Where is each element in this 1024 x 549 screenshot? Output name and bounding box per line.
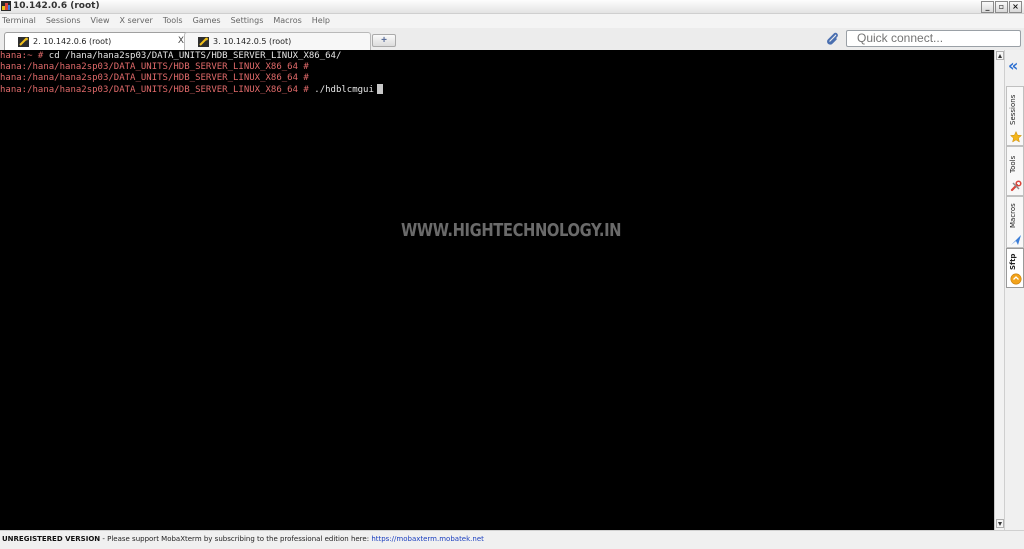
tab-session-2[interactable]: 2. 10.142.0.6 (root) X <box>4 32 189 51</box>
sidebar-tab-sessions[interactable]: Sessions <box>1006 86 1024 146</box>
sidebar-tab-label: Tools <box>1009 155 1017 173</box>
sidebar-tab-label: Sessions <box>1009 94 1017 126</box>
shell-prompt: hana:/hana/hana2sp03/DATA_UNITS/HDB_SERV… <box>0 85 315 95</box>
quick-connect-input[interactable] <box>846 30 1021 47</box>
menu-tools[interactable]: Tools <box>158 14 188 28</box>
menu-settings[interactable]: Settings <box>226 14 269 28</box>
macro-icon <box>1011 235 1021 245</box>
sftp-icon <box>1010 273 1022 285</box>
ssh-session-icon <box>198 37 209 47</box>
paperclip-icon[interactable] <box>825 31 839 47</box>
menu-macros[interactable]: Macros <box>268 14 306 28</box>
arrow-down-icon <box>998 522 1002 526</box>
menu-games[interactable]: Games <box>188 14 226 28</box>
tab-label: 3. 10.142.0.5 (root) <box>213 37 292 46</box>
window-controls: _ ▫ × <box>981 1 1022 13</box>
tab-label: 2. 10.142.0.6 (root) <box>33 37 112 46</box>
window-title: 10.142.0.6 (root) <box>13 1 100 11</box>
unregistered-label: UNREGISTERED VERSION <box>2 535 101 543</box>
watermark-text: WWW.HIGHTECHNOLOGY.IN <box>401 220 622 241</box>
minimize-button[interactable]: _ <box>981 1 994 13</box>
status-bar: UNREGISTERED VERSION - Please support Mo… <box>0 530 1024 549</box>
support-message: - Please support MobaXterm by subscribin… <box>100 535 372 543</box>
scroll-down-button[interactable] <box>996 519 1004 528</box>
title-bar: 10.142.0.6 (root) _ ▫ × <box>0 0 1024 14</box>
sidebar-tab-label: Macros <box>1009 203 1017 229</box>
sidebar-tab-macros[interactable]: Macros <box>1006 196 1024 248</box>
tab-session-3[interactable]: 3. 10.142.0.5 (root) <box>184 32 371 50</box>
terminal-output[interactable]: hana:~ # cd /hana/hana2sp03/DATA_UNITS/H… <box>0 50 994 530</box>
shell-prompt: hana:/hana/hana2sp03/DATA_UNITS/HDB_SERV… <box>0 73 309 83</box>
mobatek-link[interactable]: https://mobaxterm.mobatek.net <box>371 535 484 543</box>
sidebar-tab-sftp[interactable]: Sftp <box>1006 248 1024 288</box>
shell-command: cd /hana/hana2sp03/DATA_UNITS/HDB_SERVER… <box>48 51 342 61</box>
mobaxterm-app-icon <box>1 1 11 11</box>
menu-view[interactable]: View <box>86 14 115 28</box>
terminal-line: hana:/hana/hana2sp03/DATA_UNITS/HDB_SERV… <box>0 62 309 73</box>
arrow-up-icon <box>998 54 1002 58</box>
terminal-line: hana:~ # cd /hana/hana2sp03/DATA_UNITS/H… <box>0 51 341 62</box>
terminal-scrollbar[interactable] <box>994 50 1004 530</box>
close-window-button[interactable]: × <box>1009 1 1022 13</box>
sidebar-tab-label: Sftp <box>1009 253 1017 271</box>
collapse-sidebar-icon[interactable]: « <box>1008 58 1018 74</box>
right-sidebar: « Sessions Tools Macros Sftp <box>1004 50 1024 530</box>
shell-prompt: hana:~ # <box>0 51 49 61</box>
menu-xserver[interactable]: X server <box>115 14 158 28</box>
restore-button[interactable]: ▫ <box>995 1 1008 13</box>
new-tab-button[interactable]: + <box>372 34 396 47</box>
menu-bar: Terminal Sessions View X server Tools Ga… <box>0 14 1024 28</box>
shell-prompt: hana:/hana/hana2sp03/DATA_UNITS/HDB_SERV… <box>0 62 309 72</box>
sidebar-tab-tools[interactable]: Tools <box>1006 146 1024 196</box>
terminal-line: hana:/hana/hana2sp03/DATA_UNITS/HDB_SERV… <box>0 73 309 84</box>
terminal-cursor <box>376 84 383 94</box>
star-icon <box>1010 131 1022 143</box>
menu-sessions[interactable]: Sessions <box>41 14 86 28</box>
shell-command: ./hdblcmgui <box>314 85 374 95</box>
scroll-up-button[interactable] <box>996 51 1004 60</box>
ssh-session-icon <box>18 37 29 47</box>
tools-icon <box>1010 180 1022 192</box>
menu-help[interactable]: Help <box>307 14 335 28</box>
terminal-line: hana:/hana/hana2sp03/DATA_UNITS/HDB_SERV… <box>0 84 383 95</box>
menu-terminal[interactable]: Terminal <box>0 14 41 28</box>
